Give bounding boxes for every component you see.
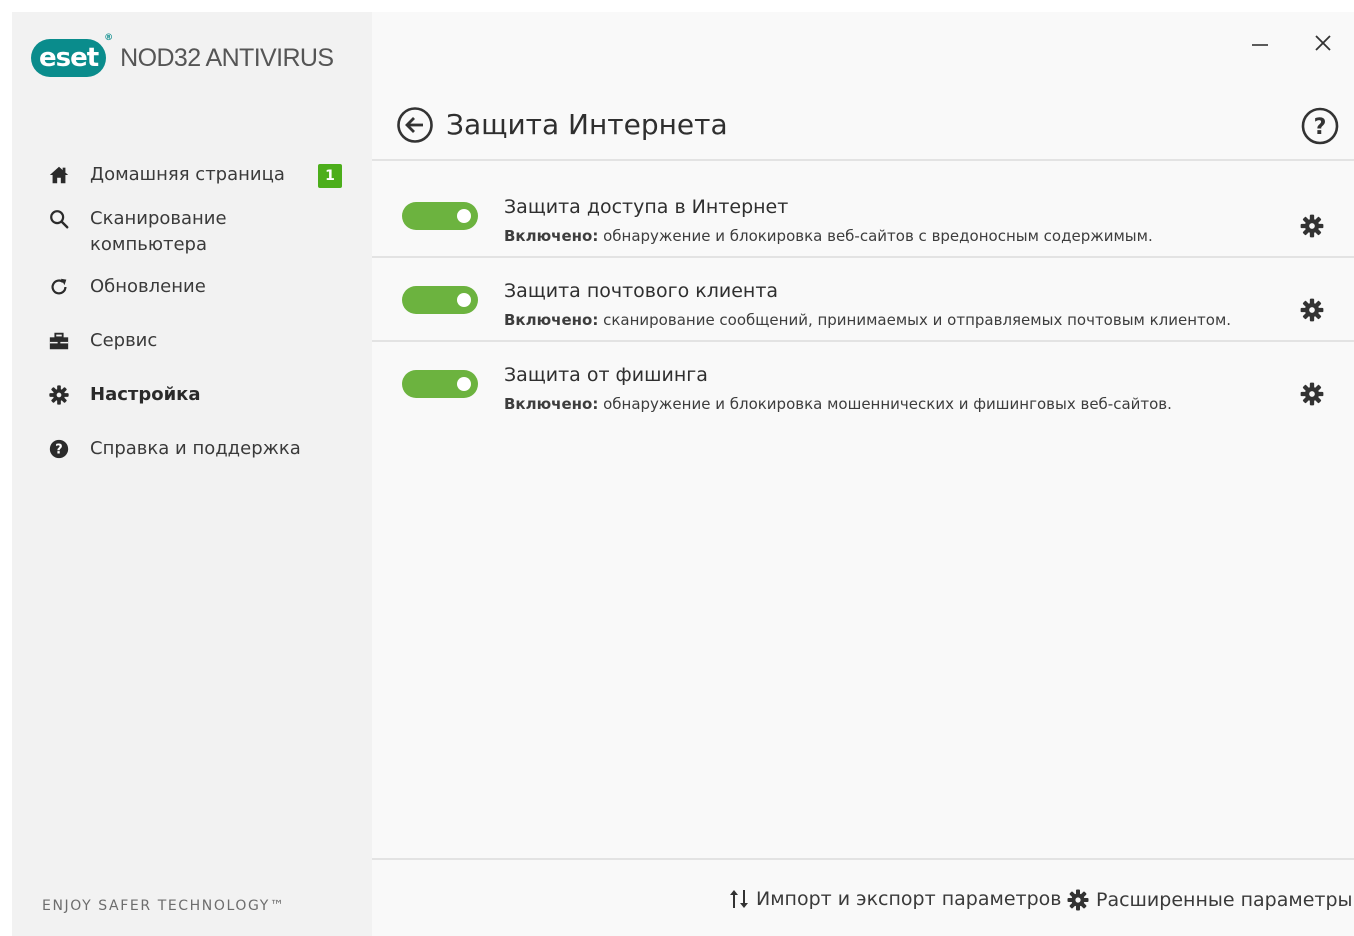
feature-row-web-access: Защита доступа в Интернет Включено: обна… [372, 172, 1354, 256]
slogan: ENJOY SAFER TECHNOLOGY™ [42, 898, 286, 914]
feature-state: Включено: [504, 311, 599, 329]
sidebar-item-label: Домашняя страница [90, 164, 285, 185]
gear-icon [1300, 298, 1324, 322]
web-access-toggle[interactable] [402, 202, 478, 230]
sidebar-item-label: Настройка [90, 384, 201, 405]
sidebar-item-home[interactable]: Домашняя страница [46, 162, 285, 188]
advanced-settings-label: Расширенные параметры [1096, 889, 1353, 911]
feature-state: Включено: [504, 227, 599, 245]
logo-registered-mark: ® [104, 33, 113, 43]
sidebar-item-tools[interactable]: Сервис [46, 328, 157, 354]
email-client-toggle[interactable] [402, 286, 478, 314]
feature-description-text: сканирование сообщений, принимаемых и от… [598, 311, 1232, 329]
app-window: eset ® NOD32 ANTIVIRUS Домашняя страница… [12, 12, 1354, 936]
notification-badge: 1 [318, 164, 342, 188]
minimize-button[interactable] [1245, 34, 1275, 56]
search-icon [46, 206, 72, 232]
sidebar-item-update[interactable]: Обновление [46, 274, 206, 300]
question-icon: ? [46, 436, 72, 462]
feature-row-email-client: Защита почтового клиента Включено: скани… [372, 256, 1354, 340]
logo-badge: eset ® [31, 33, 113, 77]
feature-title[interactable]: Защита почтового клиента [504, 280, 778, 302]
feature-description-text: обнаружение и блокировка веб-сайтов с вр… [598, 227, 1153, 245]
toggle-knob [457, 209, 471, 223]
gear-icon [1300, 382, 1324, 406]
import-export-label: Импорт и экспорт параметров [756, 888, 1062, 910]
sidebar-item-label: Обновление [90, 276, 206, 297]
feature-state: Включено: [504, 395, 599, 413]
svg-text:?: ? [55, 443, 62, 458]
sidebar-item-scan[interactable]: Сканирование компьютера [46, 206, 227, 258]
anti-phishing-toggle[interactable] [402, 370, 478, 398]
minimize-icon [1252, 44, 1268, 46]
feature-description: Включено: сканирование сообщений, приним… [504, 311, 1231, 329]
anti-phishing-settings-button[interactable] [1298, 380, 1326, 408]
toolbox-icon [46, 328, 72, 354]
back-button[interactable] [396, 106, 434, 144]
advanced-settings-link[interactable]: Расширенные параметры [1066, 888, 1353, 912]
feature-title[interactable]: Защита от фишинга [504, 364, 708, 386]
feature-description: Включено: обнаружение и блокировка мошен… [504, 395, 1172, 413]
help-button[interactable]: ? [1300, 106, 1340, 146]
toggle-knob [457, 377, 471, 391]
import-export-link[interactable]: Импорт и экспорт параметров [728, 888, 1061, 910]
header-divider [372, 159, 1354, 161]
refresh-icon [46, 274, 72, 300]
email-client-settings-button[interactable] [1298, 296, 1326, 324]
footer-divider [372, 858, 1354, 860]
feature-title[interactable]: Защита доступа в Интернет [504, 196, 788, 218]
toggle-knob [457, 293, 471, 307]
gear-icon [1300, 214, 1324, 238]
sidebar-item-setup[interactable]: Настройка [46, 382, 201, 408]
import-export-icon [730, 890, 748, 908]
gear-icon [46, 382, 72, 408]
feature-row-anti-phishing: Защита от фишинга Включено: обнаружение … [372, 340, 1354, 424]
logo-text: eset [39, 43, 99, 73]
web-access-settings-button[interactable] [1298, 212, 1326, 240]
gear-icon [1067, 889, 1089, 911]
home-icon [46, 162, 72, 188]
main-panel: Защита Интернета ? Защита доступа в Инте… [372, 12, 1354, 936]
close-button[interactable] [1308, 28, 1338, 58]
close-icon [1315, 35, 1331, 51]
feature-description: Включено: обнаружение и блокировка веб-с… [504, 227, 1153, 245]
help-icon: ? [1301, 107, 1339, 145]
feature-description-text: обнаружение и блокировка мошеннических и… [598, 395, 1172, 413]
sidebar: eset ® NOD32 ANTIVIRUS Домашняя страница… [12, 12, 372, 936]
sidebar-item-label: Сканирование компьютера [90, 208, 227, 255]
page-title: Защита Интернета [446, 108, 728, 141]
product-name: NOD32 ANTIVIRUS [120, 43, 334, 72]
arrow-left-icon [397, 107, 433, 143]
sidebar-item-help[interactable]: ? Справка и поддержка [46, 436, 301, 462]
sidebar-item-label: Справка и поддержка [90, 438, 301, 459]
svg-text:?: ? [1314, 115, 1327, 140]
sidebar-item-label: Сервис [90, 330, 158, 351]
eset-logo: eset ® NOD32 ANTIVIRUS [31, 33, 334, 78]
